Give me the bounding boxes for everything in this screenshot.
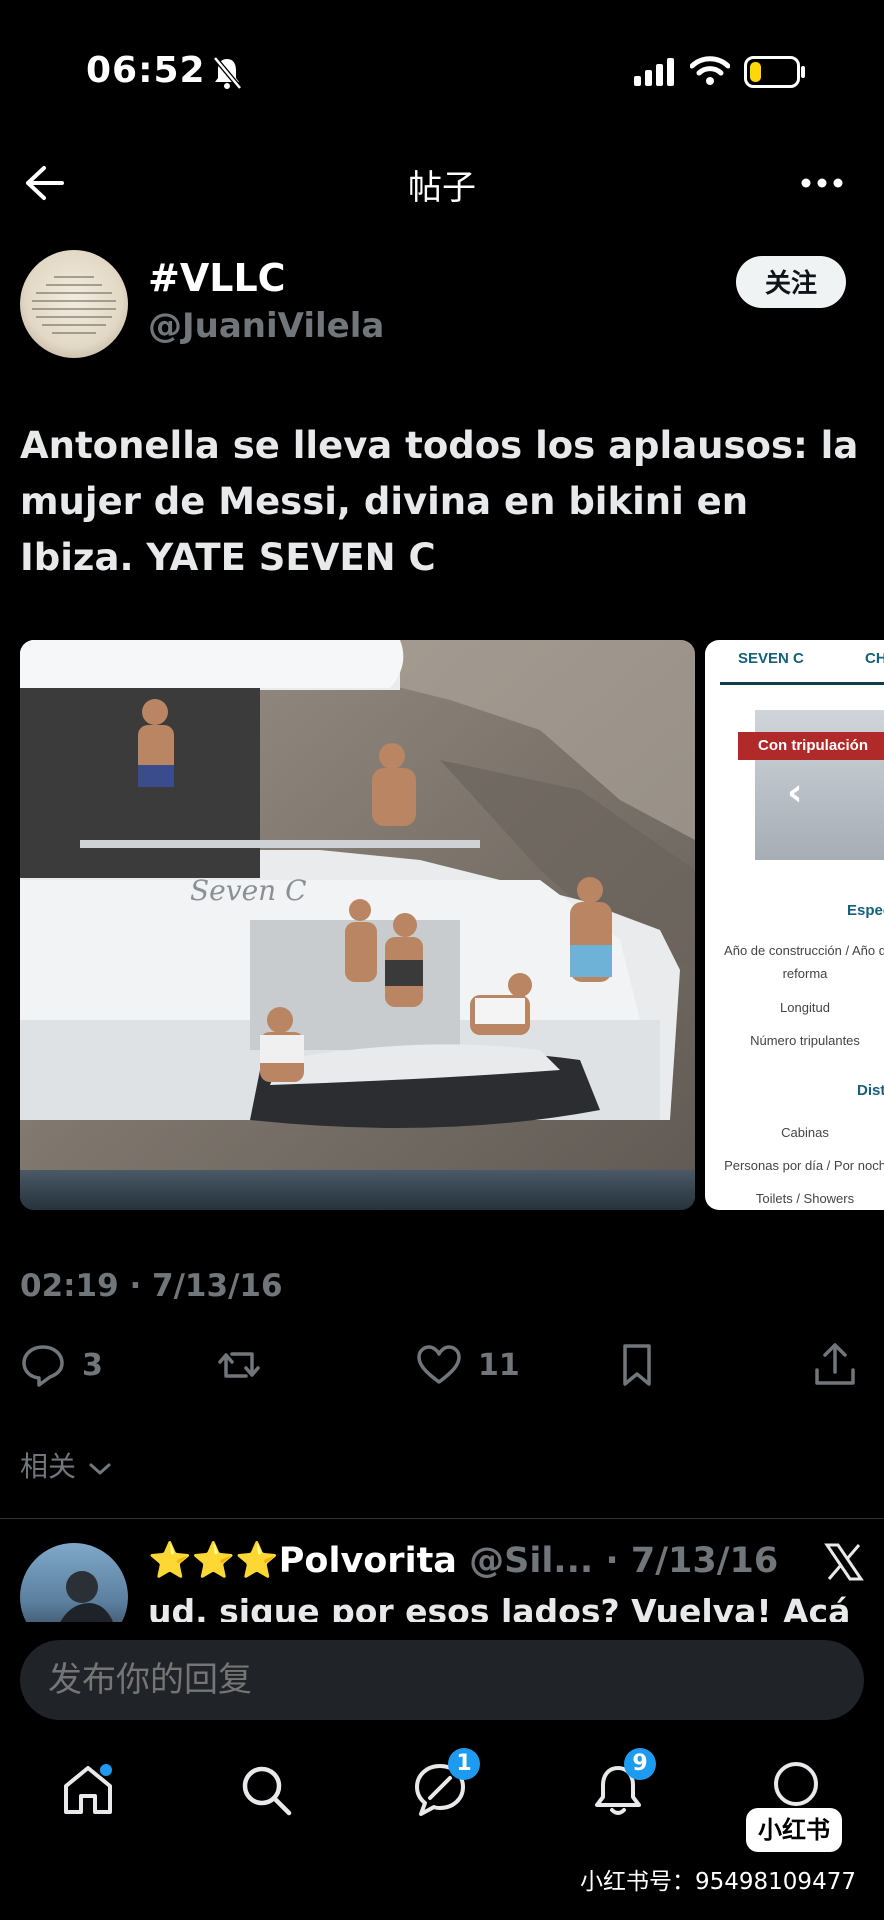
post-image-yacht[interactable]: Seven C — [20, 640, 695, 1210]
spec-row: Toilets / Showers — [755, 1191, 855, 1206]
spec-row: Cabinas — [781, 1125, 829, 1140]
author-display-name[interactable]: #VLLC — [148, 256, 286, 300]
post-text: Antonella se lleva todos los aplausos: l… — [20, 424, 859, 579]
nav-search[interactable] — [236, 1760, 296, 1820]
spec-row: Personas por día / Por noch — [724, 1158, 884, 1173]
reply-author-name: Polvorita — [278, 1541, 457, 1581]
reply-composer-input[interactable] — [20, 1640, 864, 1720]
x-logo-icon — [824, 1543, 864, 1581]
bookmark-action[interactable] — [614, 1340, 660, 1390]
notifications-badge: 9 — [624, 1748, 656, 1780]
like-count: 11 — [478, 1347, 520, 1383]
spec-section-heading: Espec — [847, 902, 884, 919]
spec-tab-seven-c: SEVEN C — [738, 650, 804, 667]
reply-icon — [22, 1345, 64, 1387]
chevron-left-icon[interactable]: ‹ — [787, 770, 803, 814]
reply-count: 3 — [82, 1347, 103, 1383]
spec-tab-ch: CH — [865, 650, 884, 667]
spec-row: reforma — [782, 966, 828, 981]
status-time: 06:52 — [86, 50, 206, 91]
page-title: 帖子 — [408, 168, 476, 208]
author-avatar[interactable] — [20, 250, 128, 358]
spec-row: Longitud — [780, 1000, 830, 1015]
search-icon — [242, 1766, 292, 1816]
reply-header[interactable]: ⭐⭐⭐Polvorita @Sil... · 7/13/16 — [148, 1540, 778, 1581]
heart-icon — [417, 1345, 461, 1384]
related-dropdown[interactable]: 相关 — [20, 1445, 111, 1485]
home-unread-dot — [100, 1764, 112, 1776]
related-label: 相关 — [20, 1450, 77, 1483]
post-image-spec-sheet[interactable]: SEVEN C CH Con tripulación ‹ Espec Año d… — [705, 640, 884, 1210]
reply-star-emojis: ⭐⭐⭐ — [148, 1541, 279, 1581]
reply-meta: @Sil... · 7/13/16 — [469, 1541, 779, 1581]
bookmark-icon — [623, 1344, 651, 1386]
spec-row: Año de construcción / Año d — [724, 943, 884, 958]
boat-name-lettering: Seven C — [190, 874, 307, 907]
nav-notifications[interactable]: 9 — [588, 1748, 656, 1820]
nav-messages[interactable]: 1 — [410, 1748, 480, 1820]
spec-divider — [720, 682, 884, 685]
section-divider — [0, 1518, 884, 1519]
repost-action[interactable] — [216, 1340, 262, 1390]
repost-icon — [218, 1352, 260, 1378]
yacht-photo: Seven C — [20, 640, 695, 1210]
follow-button[interactable]: 关注 — [736, 256, 846, 308]
share-icon — [815, 1343, 855, 1385]
chevron-down-icon — [89, 1463, 111, 1475]
cellular-signal-icon — [634, 58, 674, 86]
silent-bell-icon — [213, 56, 242, 90]
xiaohongshu-watermark: 小红书号：95498109477 — [580, 1869, 856, 1895]
spec-section-heading: Dist — [857, 1082, 884, 1099]
share-action[interactable] — [812, 1340, 858, 1390]
author-handle[interactable]: @JuaniVilela — [148, 306, 384, 346]
battery-icon — [744, 56, 805, 88]
spec-row: Número tripulantes — [750, 1033, 860, 1048]
post-timestamp: 02:19 · 7/13/16 — [20, 1268, 283, 1304]
nav-home[interactable] — [58, 1760, 118, 1820]
more-options-icon[interactable] — [800, 176, 844, 190]
reply-action[interactable]: 3 — [20, 1340, 103, 1390]
wifi-icon — [690, 56, 730, 85]
xiaohongshu-logo: 小红书 — [746, 1808, 842, 1852]
messages-badge: 1 — [448, 1748, 480, 1780]
like-action[interactable]: 11 — [416, 1340, 520, 1390]
spec-banner: Con tripulación — [738, 732, 884, 760]
